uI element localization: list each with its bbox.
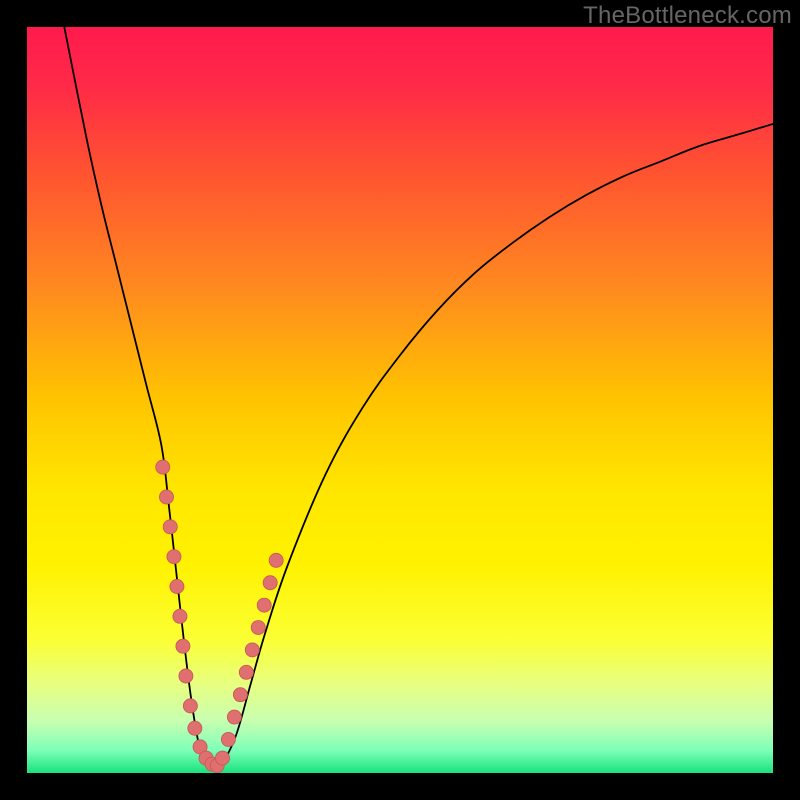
data-marker [163,520,177,534]
data-marker [183,699,197,713]
watermark-text: TheBottleneck.com [583,2,792,30]
data-marker [227,710,241,724]
data-marker [239,665,253,679]
markers-left-branch [156,460,224,772]
data-marker [233,688,247,702]
chart-frame: TheBottleneck.com [0,0,800,800]
data-marker [263,576,277,590]
data-marker [221,732,235,746]
data-marker [251,621,265,635]
data-marker [245,643,259,657]
data-marker [170,579,184,593]
data-marker [176,639,190,653]
data-marker [167,550,181,564]
markers-right-branch [215,553,283,765]
data-marker [179,669,193,683]
data-marker [156,460,170,474]
data-marker [269,553,283,567]
data-marker [173,609,187,623]
bottleneck-curve [64,27,773,770]
data-marker [215,751,229,765]
plot-area [27,27,773,773]
data-marker [159,490,173,504]
data-marker [257,598,271,612]
data-marker [188,721,202,735]
chart-canvas [27,27,773,773]
